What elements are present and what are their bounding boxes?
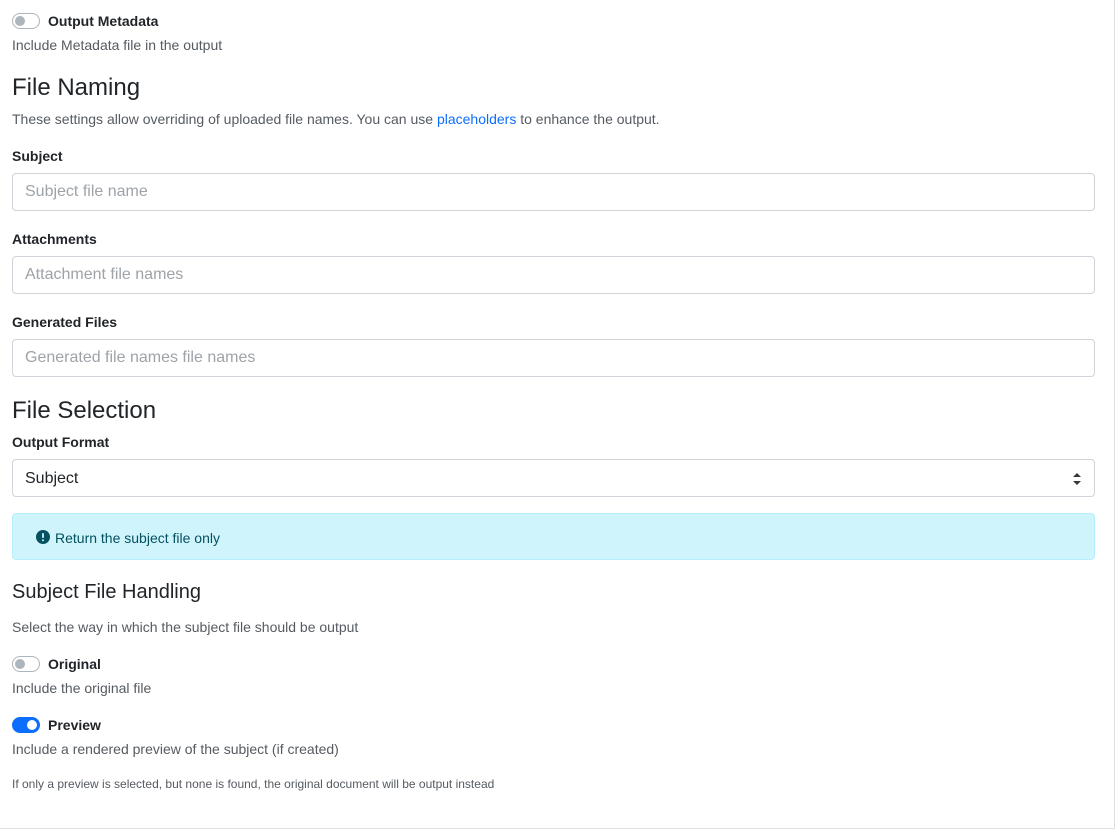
subject-file-name-input[interactable]: [12, 173, 1095, 211]
preview-label: Preview: [48, 717, 101, 733]
attachments-label: Attachments: [12, 231, 97, 247]
preview-fallback-note: If only a preview is selected, but none …: [12, 777, 495, 791]
select-caret-icon: [1073, 473, 1081, 485]
toggle-knob: [27, 720, 37, 730]
output-format-info-alert: Return the subject file only: [12, 513, 1095, 560]
file-naming-description-text-end: to enhance the output.: [516, 111, 660, 127]
subject-handling-description: Select the way in which the subject file…: [12, 619, 359, 635]
output-format-value: Subject: [25, 470, 79, 487]
original-label: Original: [48, 656, 101, 672]
preview-toggle[interactable]: [12, 717, 40, 733]
info-circle-icon: [36, 530, 50, 544]
settings-panel: Output Metadata Include Metadata file in…: [0, 0, 1115, 829]
output-format-select[interactable]: Subject: [12, 459, 1095, 497]
subject-label: Subject: [12, 148, 63, 164]
file-naming-heading: File Naming: [12, 74, 141, 101]
attachment-file-names-input[interactable]: [12, 256, 1095, 294]
subject-handling-heading: Subject File Handling: [12, 581, 201, 603]
info-alert-text: Return the subject file only: [55, 530, 220, 546]
toggle-knob: [15, 659, 25, 669]
original-help: Include the original file: [12, 680, 152, 696]
file-naming-description-text: These settings allow overriding of uploa…: [12, 111, 437, 127]
original-toggle[interactable]: [12, 656, 40, 672]
generated-file-names-input[interactable]: [12, 339, 1095, 377]
preview-help: Include a rendered preview of the subjec…: [12, 741, 339, 757]
output-format-label: Output Format: [12, 434, 110, 450]
file-selection-heading: File Selection: [12, 397, 157, 424]
toggle-knob: [15, 16, 25, 26]
placeholders-link[interactable]: placeholders: [437, 111, 516, 127]
file-naming-description: These settings allow overriding of uploa…: [12, 111, 660, 127]
generated-files-label: Generated Files: [12, 314, 118, 330]
output-metadata-help: Include Metadata file in the output: [12, 37, 223, 53]
output-metadata-toggle[interactable]: [12, 13, 40, 29]
output-metadata-label: Output Metadata: [48, 13, 159, 29]
